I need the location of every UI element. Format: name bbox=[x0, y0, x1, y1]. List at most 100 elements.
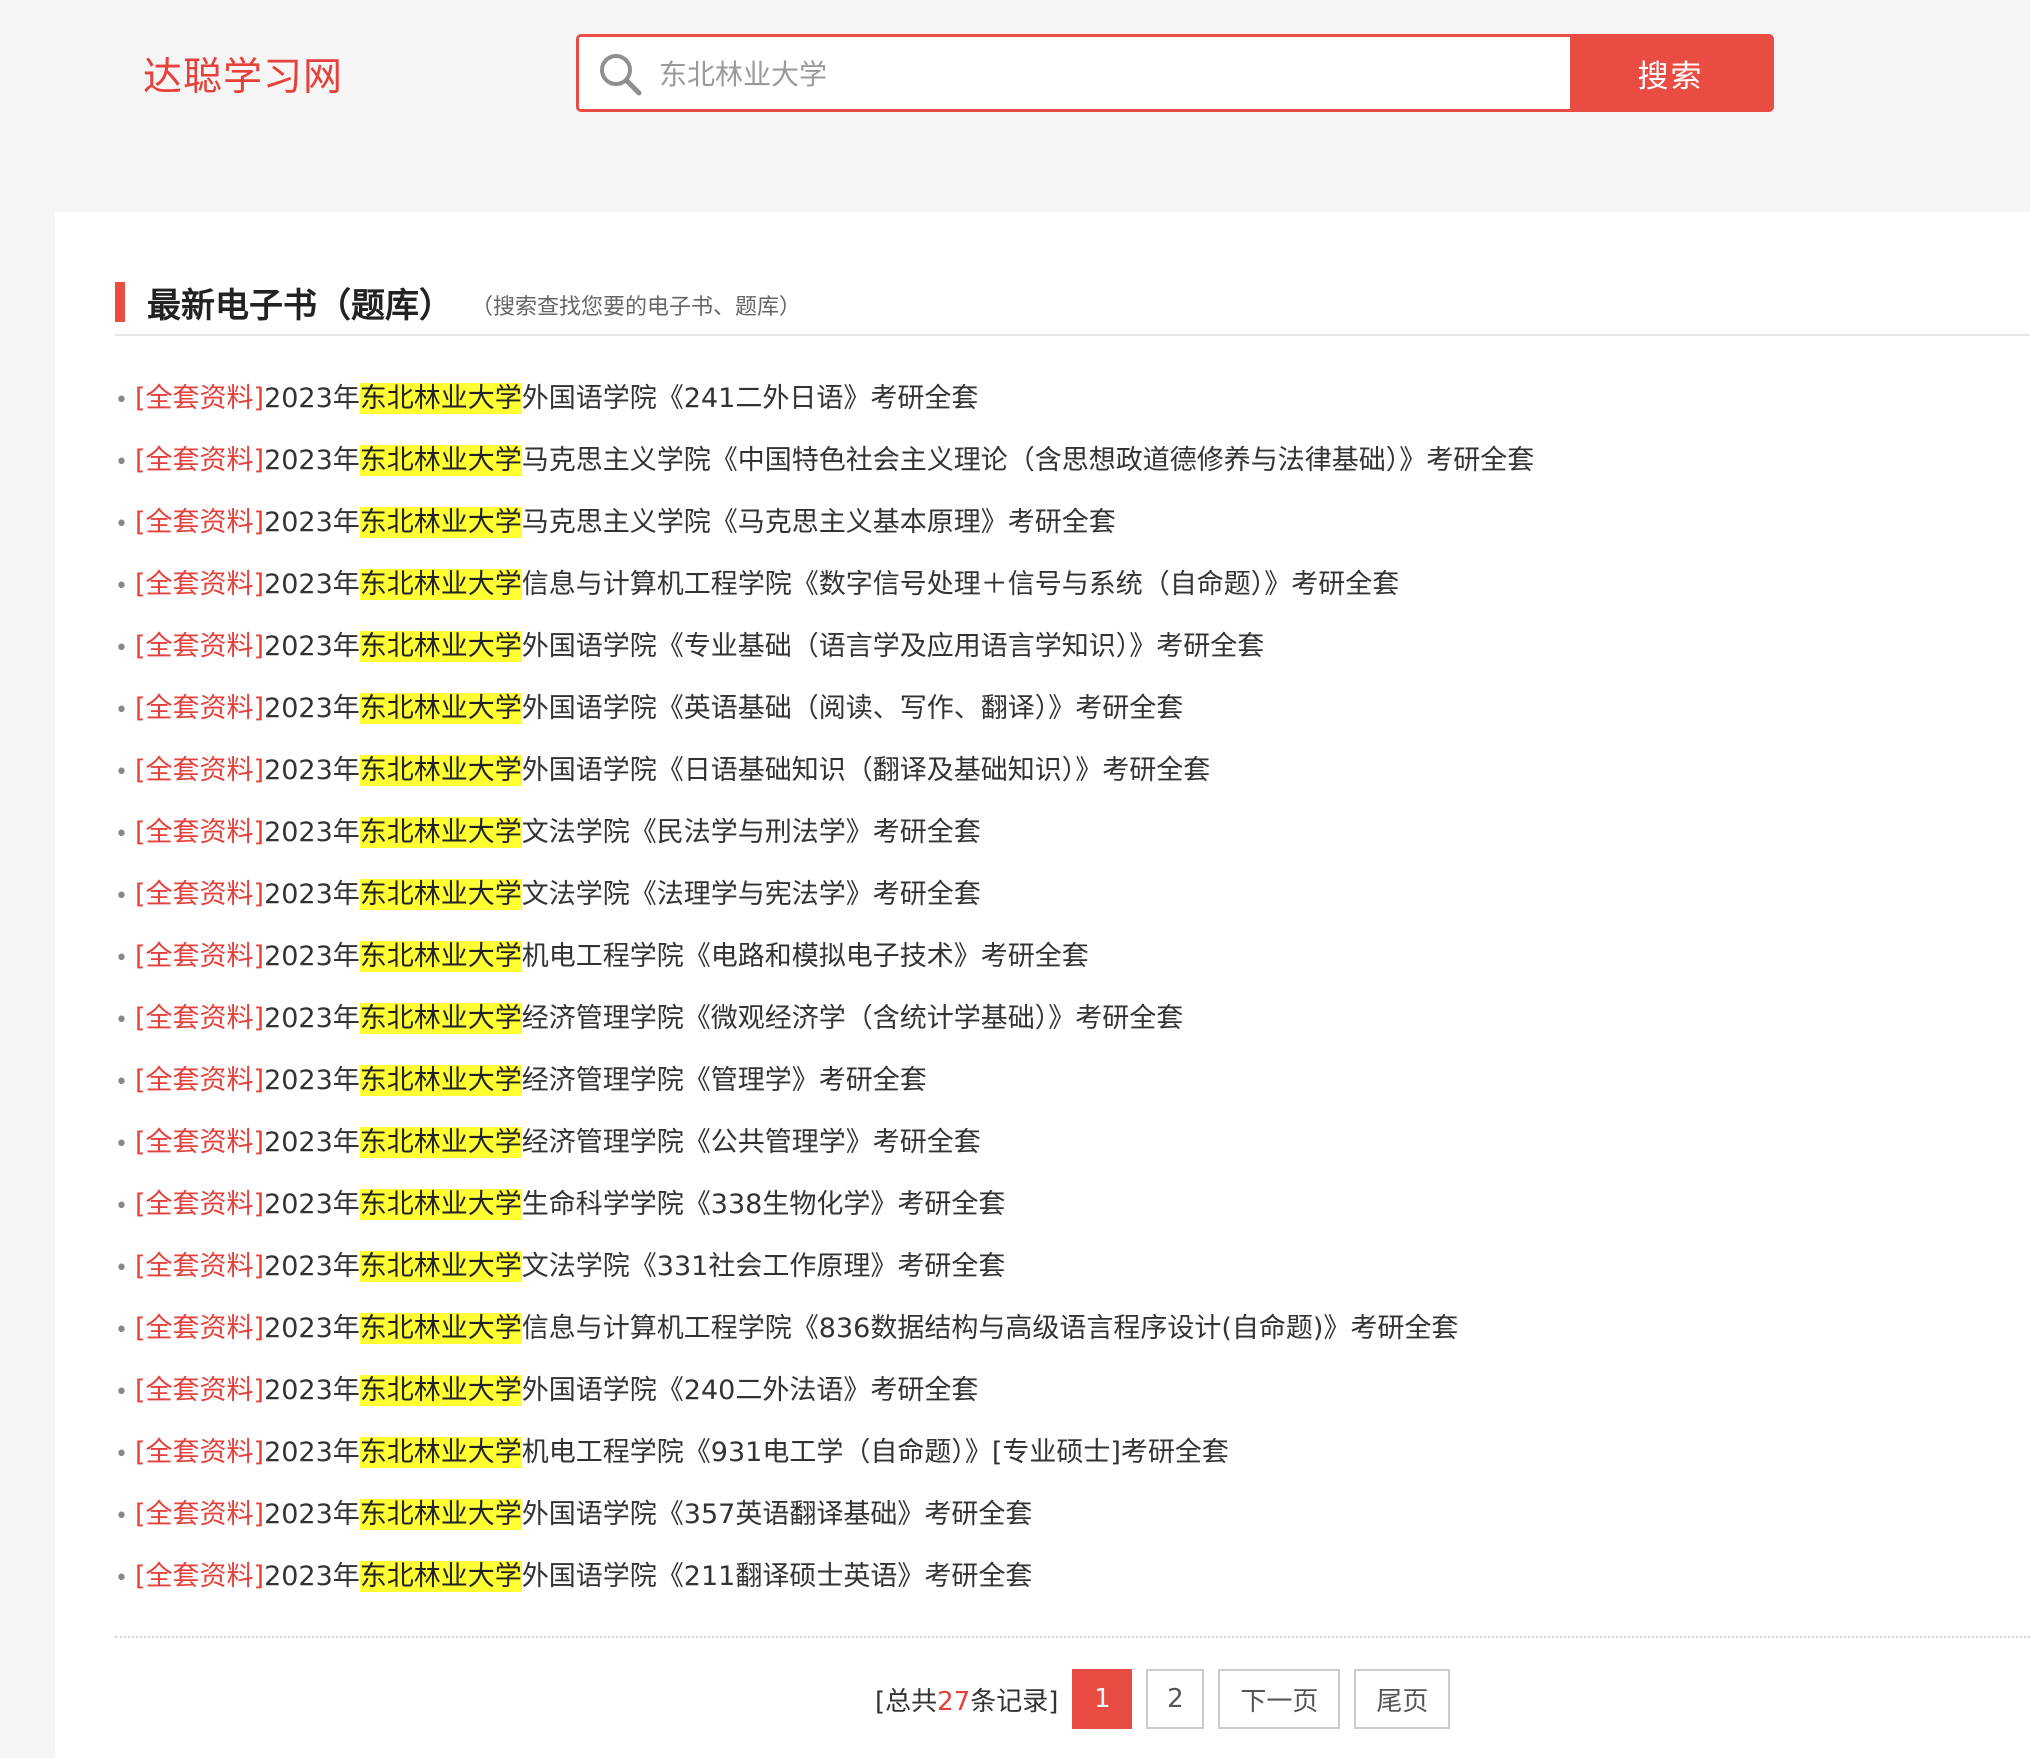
highlighted-keyword: 东北林业大学 bbox=[359, 507, 522, 538]
result-link[interactable]: [全套资料]2023年东北林业大学文法学院《法理学与宪法学》考研全套 bbox=[135, 879, 981, 910]
list-item: • [全套资料]2023年东北林业大学机电工程学院《931电工学（自命题）》[专业… bbox=[115, 1422, 2015, 1484]
result-title: 经济管理学院《公共管理学》考研全套 bbox=[521, 1127, 981, 1158]
result-year: 2023年 bbox=[264, 445, 360, 476]
list-item: • [全套资料]2023年东北林业大学经济管理学院《公共管理学》考研全套 bbox=[115, 1112, 2015, 1174]
result-tag: [全套资料] bbox=[135, 1437, 265, 1468]
result-year: 2023年 bbox=[264, 1313, 360, 1344]
result-title: 信息与计算机工程学院《数字信号处理＋信号与系统（自命题）》考研全套 bbox=[521, 569, 1400, 600]
result-link[interactable]: [全套资料]2023年东北林业大学马克思主义学院《马克思主义基本原理》考研全套 bbox=[135, 507, 1116, 538]
result-link[interactable]: [全套资料]2023年东北林业大学外国语学院《240二外法语》考研全套 bbox=[135, 1375, 978, 1406]
result-link[interactable]: [全套资料]2023年东北林业大学经济管理学院《管理学》考研全套 bbox=[135, 1065, 927, 1096]
result-tag: [全套资料] bbox=[135, 1561, 265, 1592]
bullet-icon: • bbox=[115, 512, 128, 537]
result-link[interactable]: [全套资料]2023年东北林业大学外国语学院《英语基础（阅读、写作、翻译）》考研… bbox=[135, 693, 1183, 724]
highlighted-keyword: 东北林业大学 bbox=[359, 755, 522, 786]
bullet-icon: • bbox=[115, 1318, 128, 1343]
result-title: 外国语学院《211翻译硕士英语》考研全套 bbox=[521, 1561, 1033, 1592]
result-link[interactable]: [全套资料]2023年东北林业大学文法学院《331社会工作原理》考研全套 bbox=[135, 1251, 1005, 1282]
result-link[interactable]: [全套资料]2023年东北林业大学信息与计算机工程学院《836数据结构与高级语言… bbox=[135, 1313, 1458, 1344]
highlighted-keyword: 东北林业大学 bbox=[359, 817, 522, 848]
list-item: • [全套资料]2023年东北林业大学外国语学院《英语基础（阅读、写作、翻译）》考… bbox=[115, 678, 2015, 740]
result-title: 马克思主义学院《马克思主义基本原理》考研全套 bbox=[521, 507, 1116, 538]
highlighted-keyword: 东北林业大学 bbox=[359, 879, 522, 910]
list-item: • [全套资料]2023年东北林业大学外国语学院《专业基础（语言学及应用语言学知识… bbox=[115, 616, 2015, 678]
result-link[interactable]: [全套资料]2023年东北林业大学信息与计算机工程学院《数字信号处理＋信号与系统… bbox=[135, 569, 1399, 600]
result-tag: [全套资料] bbox=[135, 445, 265, 476]
bullet-icon: • bbox=[115, 450, 128, 475]
next-page-button[interactable]: 下一页 bbox=[1218, 1669, 1341, 1729]
result-link[interactable]: [全套资料]2023年东北林业大学生命科学学院《338生物化学》考研全套 bbox=[135, 1189, 1005, 1220]
bullet-icon: • bbox=[115, 636, 128, 661]
result-tag: [全套资料] bbox=[135, 879, 265, 910]
highlighted-keyword: 东北林业大学 bbox=[359, 1127, 522, 1158]
result-link[interactable]: [全套资料]2023年东北林业大学机电工程学院《电路和模拟电子技术》考研全套 bbox=[135, 941, 1089, 972]
result-title: 经济管理学院《微观经济学（含统计学基础）》考研全套 bbox=[521, 1003, 1184, 1034]
result-link[interactable]: [全套资料]2023年东北林业大学外国语学院《日语基础知识（翻译及基础知识）》考… bbox=[135, 755, 1210, 786]
result-title: 文法学院《民法学与刑法学》考研全套 bbox=[521, 817, 981, 848]
page-button-1[interactable]: 1 bbox=[1072, 1669, 1133, 1729]
result-year: 2023年 bbox=[264, 1499, 360, 1530]
result-tag: [全套资料] bbox=[135, 1003, 265, 1034]
section-divider bbox=[115, 334, 2030, 336]
highlighted-keyword: 东北林业大学 bbox=[359, 383, 522, 414]
list-item: • [全套资料]2023年东北林业大学文法学院《331社会工作原理》考研全套 bbox=[115, 1236, 2015, 1298]
result-year: 2023年 bbox=[264, 1065, 360, 1096]
bullet-icon: • bbox=[115, 388, 128, 413]
bullet-icon: • bbox=[115, 1132, 128, 1157]
result-tag: [全套资料] bbox=[135, 383, 265, 414]
last-page-button[interactable]: 尾页 bbox=[1354, 1669, 1451, 1729]
highlighted-keyword: 东北林业大学 bbox=[359, 1375, 522, 1406]
result-tag: [全套资料] bbox=[135, 1375, 265, 1406]
list-item: • [全套资料]2023年东北林业大学文法学院《法理学与宪法学》考研全套 bbox=[115, 864, 2015, 926]
result-link[interactable]: [全套资料]2023年东北林业大学马克思主义学院《中国特色社会主义理论（含思想政… bbox=[135, 445, 1534, 476]
result-title: 外国语学院《日语基础知识（翻译及基础知识）》考研全套 bbox=[521, 755, 1211, 786]
result-year: 2023年 bbox=[264, 1251, 360, 1282]
site-header: 达聪学习网 搜索 bbox=[0, 0, 2030, 212]
pagination: [总共27条记录] 1 2 下一页 尾页 bbox=[875, 1667, 1464, 1731]
total-prefix: [总共 bbox=[875, 1686, 938, 1717]
result-year: 2023年 bbox=[264, 755, 360, 786]
total-suffix: 条记录] bbox=[970, 1686, 1059, 1717]
result-title: 机电工程学院《931电工学（自命题）》[专业硕士]考研全套 bbox=[521, 1437, 1229, 1468]
result-link[interactable]: [全套资料]2023年东北林业大学外国语学院《211翻译硕士英语》考研全套 bbox=[135, 1561, 1032, 1592]
result-link[interactable]: [全套资料]2023年东北林业大学外国语学院《241二外日语》考研全套 bbox=[135, 383, 978, 414]
list-item: • [全套资料]2023年东北林业大学外国语学院《357英语翻译基础》考研全套 bbox=[115, 1484, 2015, 1546]
bullet-icon: • bbox=[115, 1070, 128, 1095]
result-tag: [全套资料] bbox=[135, 755, 265, 786]
highlighted-keyword: 东北林业大学 bbox=[359, 445, 522, 476]
result-title: 经济管理学院《管理学》考研全套 bbox=[521, 1065, 927, 1096]
bullet-icon: • bbox=[115, 1442, 128, 1467]
list-item: • [全套资料]2023年东北林业大学文法学院《民法学与刑法学》考研全套 bbox=[115, 802, 2015, 864]
search-bar: 搜索 bbox=[576, 34, 1774, 112]
highlighted-keyword: 东北林业大学 bbox=[359, 1499, 522, 1530]
site-logo[interactable]: 达聪学习网 bbox=[143, 50, 343, 106]
total-records: [总共27条记录] bbox=[875, 1681, 1058, 1718]
search-input[interactable] bbox=[651, 37, 1651, 109]
result-title: 马克思主义学院《中国特色社会主义理论（含思想政道德修养与法律基础）》考研全套 bbox=[521, 445, 1535, 476]
result-link[interactable]: [全套资料]2023年东北林业大学外国语学院《357英语翻译基础》考研全套 bbox=[135, 1499, 1032, 1530]
result-tag: [全套资料] bbox=[135, 1189, 265, 1220]
result-tag: [全套资料] bbox=[135, 631, 265, 662]
result-link[interactable]: [全套资料]2023年东北林业大学文法学院《民法学与刑法学》考研全套 bbox=[135, 817, 981, 848]
search-button[interactable]: 搜索 bbox=[1570, 37, 1771, 109]
result-list: • [全套资料]2023年东北林业大学外国语学院《241二外日语》考研全套 • [全套… bbox=[115, 368, 2015, 1608]
bullet-icon: • bbox=[115, 1194, 128, 1219]
result-year: 2023年 bbox=[264, 631, 360, 662]
section-subtitle: （搜索查找您要的电子书、题库） bbox=[471, 295, 802, 320]
list-item: • [全套资料]2023年东北林业大学经济管理学院《微观经济学（含统计学基础）》考… bbox=[115, 988, 2015, 1050]
result-link[interactable]: [全套资料]2023年东北林业大学外国语学院《专业基础（语言学及应用语言学知识）… bbox=[135, 631, 1264, 662]
result-year: 2023年 bbox=[264, 1127, 360, 1158]
highlighted-keyword: 东北林业大学 bbox=[359, 1065, 522, 1096]
list-item: • [全套资料]2023年东北林业大学机电工程学院《电路和模拟电子技术》考研全套 bbox=[115, 926, 2015, 988]
result-link[interactable]: [全套资料]2023年东北林业大学经济管理学院《公共管理学》考研全套 bbox=[135, 1127, 981, 1158]
result-link[interactable]: [全套资料]2023年东北林业大学经济管理学院《微观经济学（含统计学基础）》考研… bbox=[135, 1003, 1183, 1034]
page-button-2[interactable]: 2 bbox=[1146, 1669, 1205, 1729]
result-tag: [全套资料] bbox=[135, 817, 265, 848]
bullet-icon: • bbox=[115, 760, 128, 785]
result-link[interactable]: [全套资料]2023年东北林业大学机电工程学院《931电工学（自命题）》[专业硕… bbox=[135, 1437, 1229, 1468]
section-title: 最新电子书（题库） bbox=[147, 285, 453, 326]
result-title: 外国语学院《240二外法语》考研全套 bbox=[521, 1375, 979, 1406]
result-tag: [全套资料] bbox=[135, 1127, 265, 1158]
bullet-icon: • bbox=[115, 1008, 128, 1033]
bullet-icon: • bbox=[115, 1256, 128, 1281]
